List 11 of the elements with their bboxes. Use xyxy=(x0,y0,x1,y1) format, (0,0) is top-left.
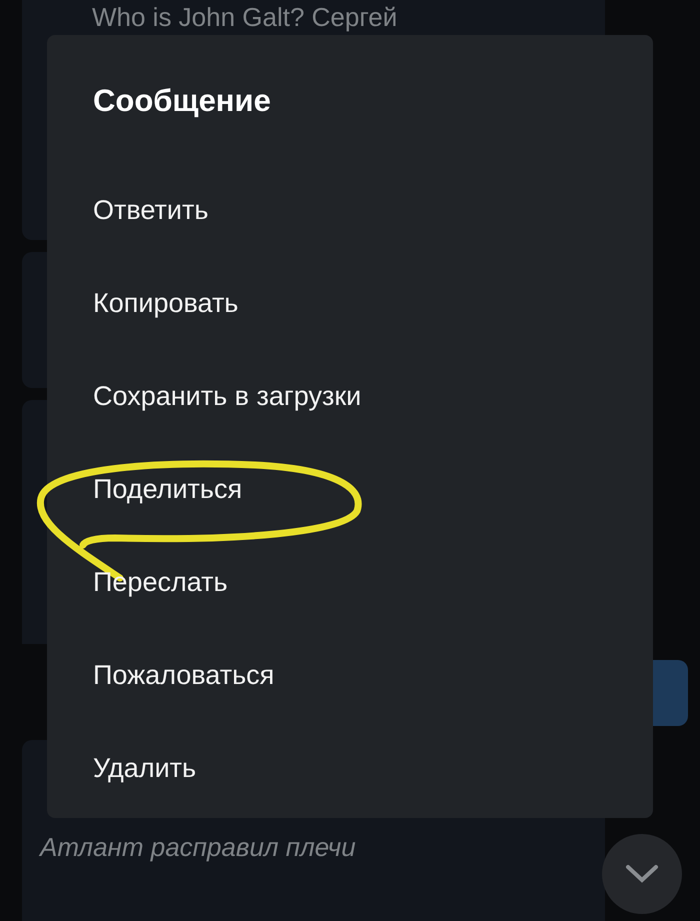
menu-item[interactable]: Ответить xyxy=(47,164,653,257)
menu-item[interactable]: Поделиться xyxy=(47,443,653,536)
menu-item[interactable]: Удалить xyxy=(47,722,653,815)
menu-item[interactable]: Сохранить в загрузки xyxy=(47,350,653,443)
menu-item[interactable]: Переслать xyxy=(47,536,653,629)
menu-title: Сообщение xyxy=(93,85,272,116)
message-text: Атлант расправил плечи xyxy=(40,832,356,863)
chevron-down-icon xyxy=(625,864,659,884)
menu-item[interactable]: Пожаловаться xyxy=(47,629,653,722)
menu-item[interactable]: Копировать xyxy=(47,257,653,350)
message-text: Who is John Galt? Сергей xyxy=(92,2,398,33)
